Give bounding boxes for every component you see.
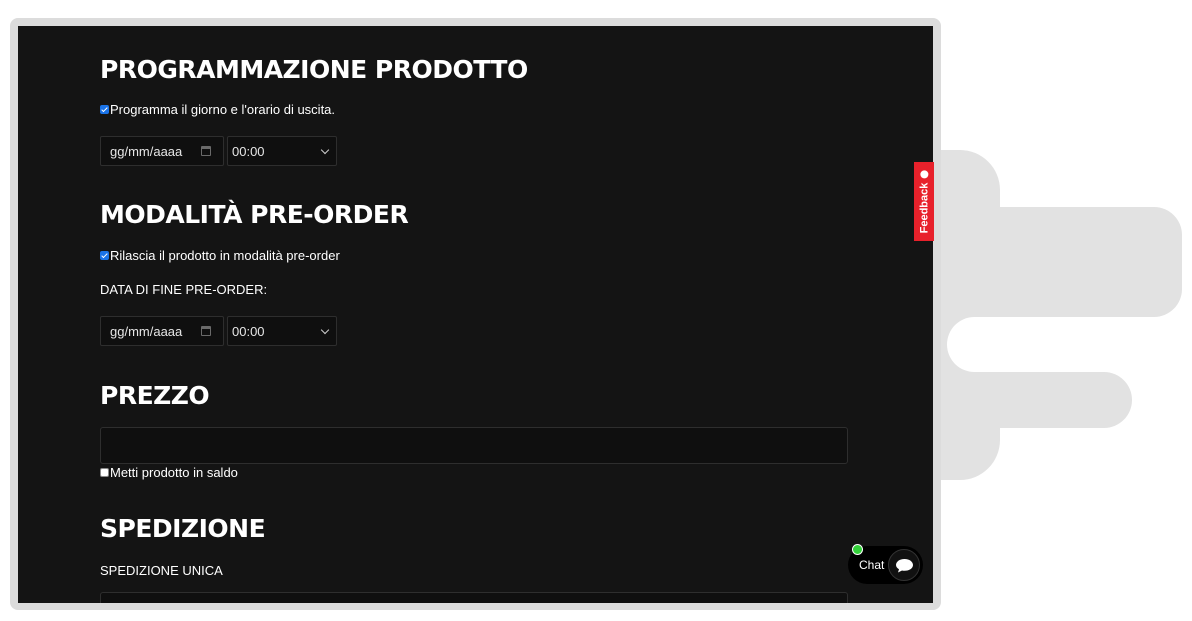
- preorder-time-value: 00:00: [232, 323, 265, 339]
- calendar-icon[interactable]: [201, 326, 211, 336]
- price-title: PREZZO: [100, 381, 210, 410]
- product-form-page: PROGRAMMAZIONE PRODOTTO Programma il gio…: [18, 26, 933, 603]
- single-shipping-label: SPEDIZIONE UNICA: [100, 563, 223, 578]
- preorder-checkbox-row[interactable]: Rilascia il prodotto in modalità pre-ord…: [100, 248, 340, 263]
- sale-checkbox[interactable]: [100, 468, 109, 477]
- schedule-date-input[interactable]: gg/mm/aaaa: [100, 136, 224, 166]
- speech-bubble-icon: [920, 170, 928, 179]
- schedule-checkbox-row[interactable]: Programma il giorno e l'orario di uscita…: [100, 102, 335, 117]
- decorative-shape: [900, 207, 1182, 317]
- preorder-checkbox-label: Rilascia il prodotto in modalità pre-ord…: [110, 248, 340, 263]
- schedule-checkbox-label: Programma il giorno e l'orario di uscita…: [110, 102, 336, 117]
- chat-button[interactable]: [888, 549, 920, 581]
- schedule-checkbox[interactable]: [100, 105, 109, 114]
- chat-label: Chat: [859, 558, 885, 572]
- calendar-icon[interactable]: [201, 146, 211, 156]
- chevron-down-icon: [320, 325, 330, 335]
- scheduling-title: PROGRAMMAZIONE PRODOTTO: [100, 55, 528, 84]
- preorder-checkbox[interactable]: [100, 251, 109, 260]
- preorder-end-time-select[interactable]: 00:00: [227, 316, 337, 346]
- shipping-title: SPEDIZIONE: [100, 514, 266, 543]
- schedule-date-placeholder: gg/mm/aaaa: [110, 143, 183, 159]
- sale-checkbox-label: Metti prodotto in saldo: [110, 465, 238, 480]
- single-shipping-input[interactable]: [100, 592, 848, 603]
- chevron-down-icon: [320, 145, 330, 155]
- feedback-tab[interactable]: Feedback: [914, 162, 934, 241]
- preorder-end-date-input[interactable]: gg/mm/aaaa: [100, 316, 224, 346]
- decorative-shape-cutout: [947, 317, 1147, 372]
- preorder-end-date-label: DATA DI FINE PRE-ORDER:: [100, 282, 268, 297]
- feedback-label: Feedback: [918, 182, 930, 233]
- schedule-time-value: 00:00: [232, 143, 265, 159]
- sale-checkbox-row[interactable]: Metti prodotto in saldo: [100, 465, 238, 480]
- schedule-time-select[interactable]: 00:00: [227, 136, 337, 166]
- online-status-indicator: [852, 544, 863, 555]
- price-input[interactable]: [100, 427, 848, 464]
- chat-bubble-icon: [895, 558, 913, 572]
- preorder-date-placeholder: gg/mm/aaaa: [110, 323, 183, 339]
- preorder-title: MODALITÀ PRE-ORDER: [100, 200, 409, 229]
